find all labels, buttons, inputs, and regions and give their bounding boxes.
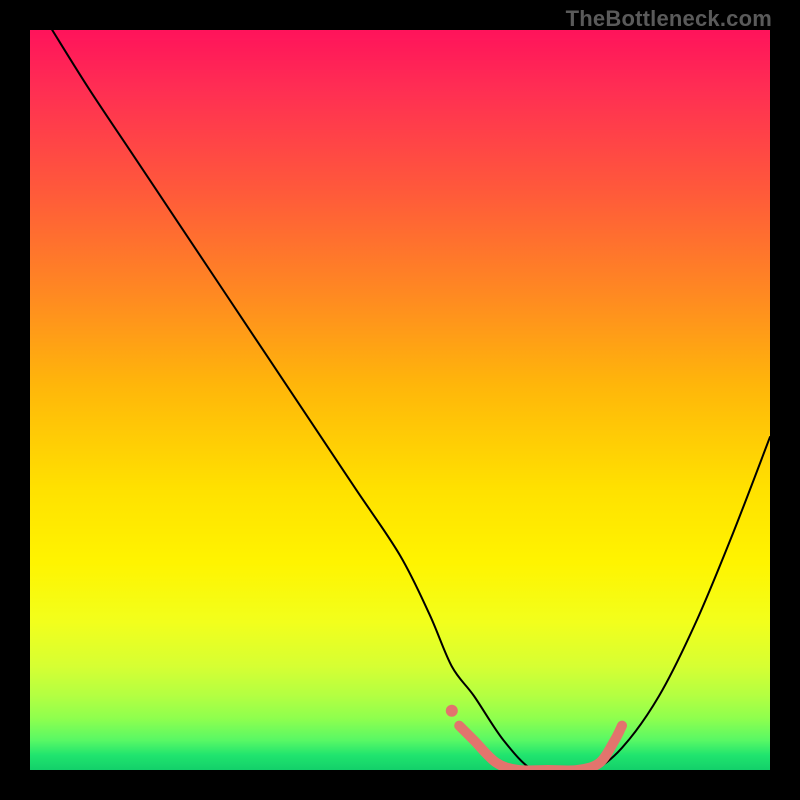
marker-left-dot: [446, 705, 458, 717]
series-optimal-zone-highlight: [459, 726, 622, 770]
chart-container: TheBottleneck.com: [0, 0, 800, 800]
series-bottleneck-curve: [52, 30, 770, 770]
watermark-text: TheBottleneck.com: [566, 6, 772, 32]
plot-area: [30, 30, 770, 770]
curve-layer: [30, 30, 770, 770]
